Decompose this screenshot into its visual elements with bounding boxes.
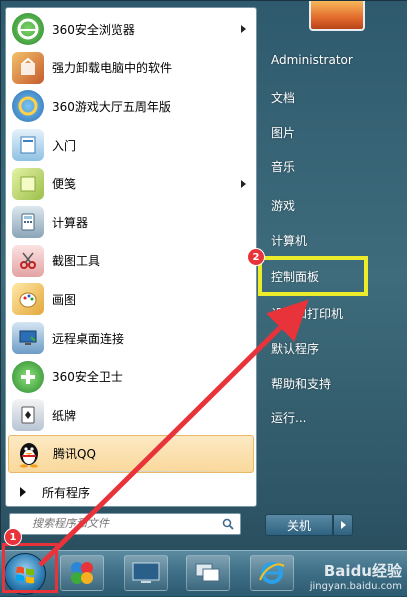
right-item-documents[interactable]: 文档 — [271, 89, 295, 106]
user-name-link[interactable]: Administrator — [271, 53, 353, 67]
program-label: 便笺 — [52, 177, 77, 192]
watermark: Baidu经验 jingyan.baidu.com — [292, 560, 402, 592]
chevron-right-icon — [340, 521, 346, 529]
remote-desktop-icon — [12, 322, 44, 355]
program-item-solitaire[interactable]: 纸牌 — [8, 396, 254, 435]
search-box[interactable] — [9, 513, 241, 535]
sticky-notes-icon — [12, 167, 44, 200]
security-guard-360-icon — [12, 360, 44, 393]
right-item-music[interactable]: 音乐 — [271, 158, 295, 175]
program-label: 纸牌 — [52, 408, 77, 423]
right-item-help-support[interactable]: 帮助和支持 — [271, 375, 331, 392]
solitaire-icon — [12, 399, 44, 432]
colorful-browser-icon — [71, 562, 93, 584]
snipping-tool-icon — [12, 244, 44, 277]
right-item-default-programs[interactable]: 默认程序 — [271, 340, 319, 357]
triangle-right-icon — [20, 487, 26, 497]
search-input[interactable] — [30, 516, 214, 531]
programs-pane: 360安全浏览器 强力卸载电脑中的软件 360游戏大厅五周年版 入门 便笺 计算… — [5, 7, 257, 507]
annotation-control-panel-highlight — [258, 256, 368, 296]
qq-penguin-icon — [13, 438, 45, 470]
program-item-getting-started[interactable]: 入门 — [8, 126, 254, 165]
program-item-360-security[interactable]: 360安全卫士 — [8, 357, 254, 396]
right-item-run[interactable]: 运行... — [271, 409, 306, 426]
program-list: 360安全浏览器 强力卸载电脑中的软件 360游戏大厅五周年版 入门 便笺 计算… — [8, 10, 254, 474]
program-item-paint[interactable]: 画图 — [8, 280, 254, 319]
right-item-pictures[interactable]: 图片 — [271, 124, 295, 141]
right-item-games[interactable]: 游戏 — [271, 197, 295, 214]
program-label: 360安全浏览器 — [52, 22, 135, 37]
program-item-game-hall[interactable]: 360游戏大厅五周年版 — [8, 87, 254, 126]
game-hall-icon — [12, 90, 44, 123]
right-item-computer[interactable]: 计算机 — [271, 232, 307, 249]
shutdown-label: 关机 — [286, 518, 311, 533]
program-item-sticky-notes[interactable]: 便笺 — [8, 164, 254, 203]
submenu-arrow-icon[interactable] — [241, 25, 246, 34]
right-item-devices-printers[interactable]: 设备和打印机 — [271, 305, 343, 322]
window-switcher-icon — [195, 563, 220, 582]
program-item-snipping-tool[interactable]: 截图工具 — [8, 242, 254, 281]
shutdown-options-button[interactable] — [333, 514, 353, 536]
taskbar-app-browser[interactable] — [60, 555, 104, 591]
program-item-calculator[interactable]: 计算器 — [8, 203, 254, 242]
program-label: 计算器 — [52, 215, 89, 230]
browser-360-icon — [12, 13, 44, 46]
shutdown-button[interactable]: 关机 — [265, 514, 333, 536]
user-avatar[interactable] — [309, 1, 365, 31]
annotation-step-1-badge: 1 — [4, 528, 22, 546]
separator — [14, 471, 248, 472]
watermark-brand: Baidu经验 — [323, 562, 402, 580]
program-item-qq[interactable]: 腾讯QQ — [8, 434, 254, 474]
annotation-step-2-badge: 2 — [247, 248, 265, 266]
watermark-url: jingyan.baidu.com — [309, 581, 402, 592]
taskbar-app-desktop[interactable] — [124, 555, 168, 591]
program-label: 远程桌面连接 — [52, 331, 125, 346]
paint-icon — [12, 283, 44, 316]
search-icon[interactable] — [222, 518, 234, 530]
program-label: 画图 — [52, 292, 77, 307]
program-label: 截图工具 — [52, 254, 101, 269]
submenu-arrow-icon[interactable] — [241, 179, 246, 188]
program-label: 强力卸载电脑中的软件 — [52, 61, 173, 76]
program-item-uninstaller[interactable]: 强力卸载电脑中的软件 — [8, 49, 254, 88]
monitor-icon — [132, 562, 160, 583]
program-item-remote-desktop[interactable]: 远程桌面连接 — [8, 319, 254, 358]
program-label: 360游戏大厅五周年版 — [52, 99, 171, 114]
taskbar-app-ie[interactable] — [250, 555, 294, 591]
internet-explorer-icon — [259, 562, 285, 584]
taskbar-app-windows[interactable] — [186, 555, 230, 591]
all-programs-label: 所有程序 — [42, 485, 91, 500]
program-item-360-browser[interactable]: 360安全浏览器 — [8, 10, 254, 49]
program-label: 腾讯QQ — [53, 447, 96, 462]
program-label: 360安全卫士 — [52, 370, 123, 385]
annotation-start-highlight — [2, 543, 58, 593]
program-label: 入门 — [52, 138, 77, 153]
uninstaller-icon — [12, 51, 44, 84]
calculator-icon — [12, 206, 44, 239]
all-programs-button[interactable]: 所有程序 — [8, 478, 254, 506]
getting-started-icon — [12, 129, 44, 162]
